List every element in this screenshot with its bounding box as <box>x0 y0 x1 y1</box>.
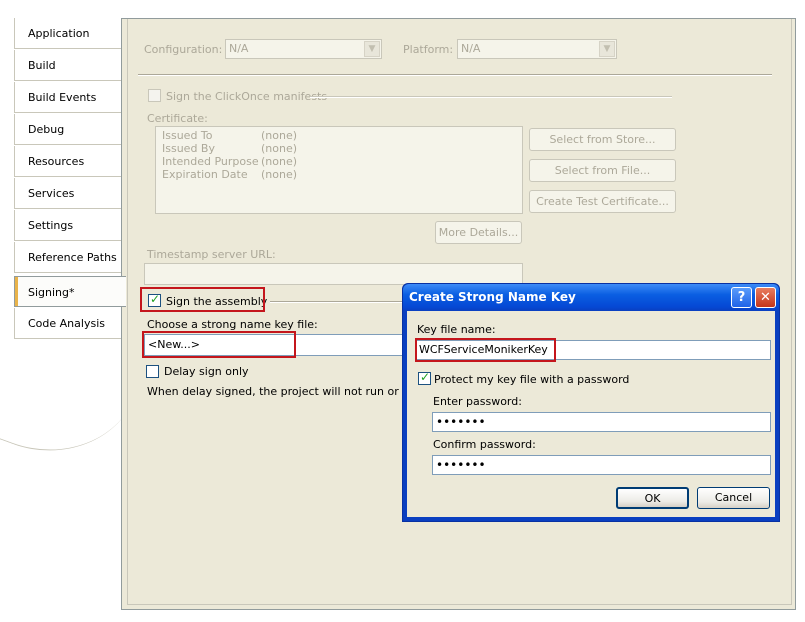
assembly-separator <box>270 301 410 303</box>
tab-label: Settings <box>28 219 74 232</box>
cert-key: Intended Purpose <box>162 155 259 168</box>
sign-assembly-checkbox[interactable]: ✓ <box>148 292 161 307</box>
clickonce-separator <box>310 96 672 98</box>
cert-key: Issued By <box>162 142 215 155</box>
clickonce-label: Sign the ClickOnce manifests <box>166 90 328 103</box>
cert-value: (none) <box>261 168 298 181</box>
tab-build[interactable]: Build <box>14 50 124 81</box>
cert-value: (none) <box>261 142 298 155</box>
create-test-certificate-button[interactable]: Create Test Certificate... <box>529 190 676 213</box>
more-details-button[interactable]: More Details... <box>435 221 522 244</box>
tab-label: Reference Paths <box>28 251 117 264</box>
dialog-title: Create Strong Name Key <box>409 290 576 304</box>
tab-strip-curve <box>0 348 138 478</box>
protect-password-label: Protect my key file with a password <box>434 373 630 386</box>
selected-tab-indicator <box>15 277 18 306</box>
timestamp-input[interactable] <box>144 263 523 285</box>
checkmark-icon: ✓ <box>420 370 431 384</box>
checkmark-icon: ✓ <box>150 292 161 306</box>
tab-resources[interactable]: Resources <box>14 146 124 177</box>
key-file-value: <New...> <box>148 338 200 351</box>
tab-label: Application <box>28 27 90 40</box>
tab-label: Build <box>28 59 56 72</box>
dropdown-arrow-icon: ▼ <box>364 41 380 57</box>
confirm-password-label: Confirm password: <box>433 438 536 451</box>
enter-password-label: Enter password: <box>433 395 522 408</box>
key-file-name-label: Key file name: <box>417 323 496 336</box>
timestamp-label: Timestamp server URL: <box>147 248 276 261</box>
tab-label: Build Events <box>28 91 97 104</box>
help-glyph: ? <box>737 290 746 305</box>
key-file-combo[interactable]: <New...> <box>144 334 414 356</box>
separator <box>138 74 772 76</box>
certificate-label: Certificate: <box>147 112 208 125</box>
cert-value: (none) <box>261 129 298 142</box>
dropdown-arrow-icon: ▼ <box>599 41 615 57</box>
configuration-label: Configuration: <box>144 43 223 56</box>
delay-sign-label: Delay sign only <box>164 365 249 378</box>
key-file-name-value: WCFServiceMonikerKey <box>419 343 548 356</box>
delay-sign-checkbox[interactable] <box>146 365 159 378</box>
tab-reference-paths[interactable]: Reference Paths <box>14 242 124 273</box>
sign-assembly-label: Sign the assembly <box>166 295 268 308</box>
enter-password-input[interactable]: ••••••• <box>432 412 771 432</box>
tab-label: Signing* <box>28 286 75 299</box>
close-glyph: ✕ <box>760 290 771 305</box>
tab-services[interactable]: Services <box>14 178 124 209</box>
create-strong-name-key-dialog: Create Strong Name Key ? ✕ Key file name… <box>402 283 780 522</box>
cert-key: Issued To <box>162 129 213 142</box>
help-icon[interactable]: ? <box>731 287 752 308</box>
tab-debug[interactable]: Debug <box>14 114 124 145</box>
enter-password-value: ••••••• <box>436 415 486 429</box>
cert-value: (none) <box>261 155 298 168</box>
clickonce-checkbox[interactable] <box>148 89 161 102</box>
close-icon[interactable]: ✕ <box>755 287 776 308</box>
key-file-label: Choose a strong name key file: <box>147 318 318 331</box>
configuration-combo[interactable]: N/A ▼ <box>225 39 382 59</box>
cancel-button[interactable]: Cancel <box>697 487 770 509</box>
tab-label: Debug <box>28 123 65 136</box>
confirm-password-input[interactable]: ••••••• <box>432 455 771 475</box>
confirm-password-value: ••••••• <box>436 458 486 472</box>
platform-value: N/A <box>461 42 481 55</box>
protect-password-checkbox[interactable]: ✓ <box>418 370 431 385</box>
dialog-titlebar[interactable]: Create Strong Name Key ? ✕ <box>403 284 779 311</box>
platform-combo[interactable]: N/A ▼ <box>457 39 617 59</box>
select-from-store-button[interactable]: Select from Store... <box>529 128 676 151</box>
cert-key: Expiration Date <box>162 168 248 181</box>
tab-label: Resources <box>28 155 85 168</box>
tab-application[interactable]: Application <box>14 18 124 49</box>
tab-label: Services <box>28 187 75 200</box>
ok-button[interactable]: OK <box>616 487 689 509</box>
tab-settings[interactable]: Settings <box>14 210 124 241</box>
dialog-body: Key file name: WCFServiceMonikerKey ✓ Pr… <box>407 311 775 517</box>
tab-code-analysis[interactable]: Code Analysis <box>14 308 124 339</box>
platform-label: Platform: <box>403 43 454 56</box>
certificate-box: Issued To (none) Issued By (none) Intend… <box>155 126 523 214</box>
key-file-name-input[interactable]: WCFServiceMonikerKey <box>416 340 771 360</box>
tab-signing[interactable]: Signing* <box>14 276 126 307</box>
tab-build-events[interactable]: Build Events <box>14 82 124 113</box>
configuration-value: N/A <box>229 42 249 55</box>
tab-label: Code Analysis <box>28 317 105 330</box>
select-from-file-button[interactable]: Select from File... <box>529 159 676 182</box>
project-tab-strip: Application Build Build Events Debug Res… <box>0 18 138 622</box>
